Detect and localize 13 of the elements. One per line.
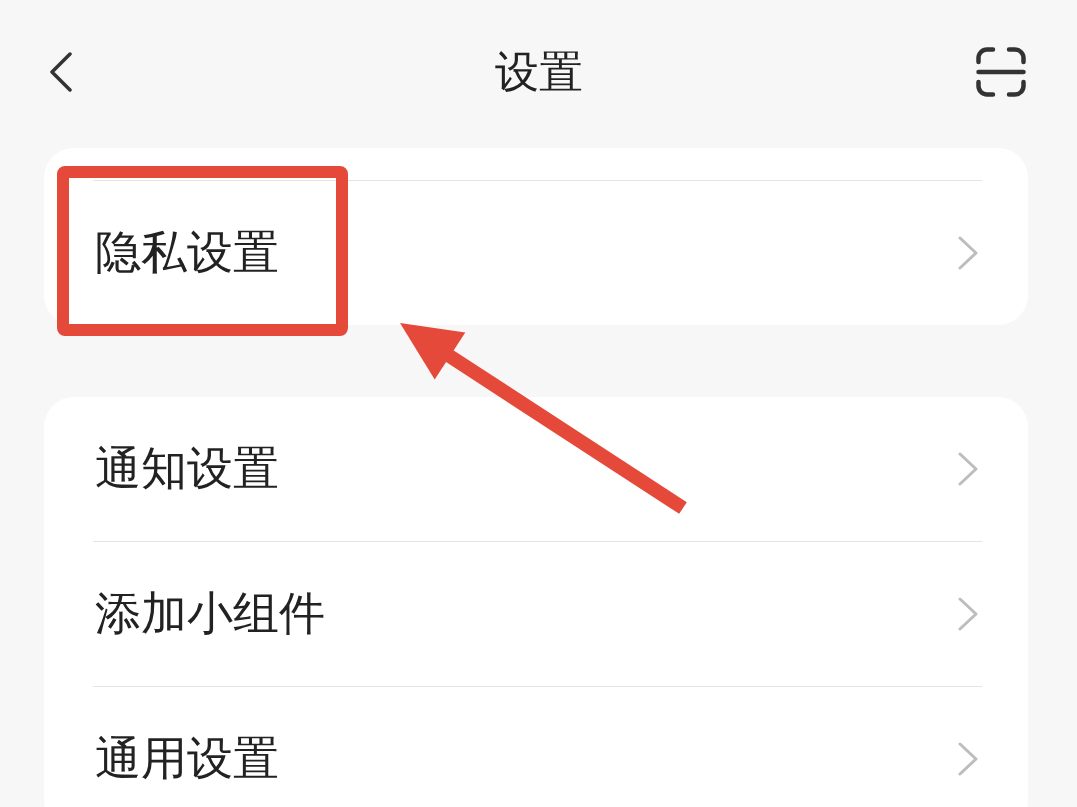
- scan-icon: [976, 47, 1026, 97]
- scan-button[interactable]: [976, 47, 1026, 97]
- back-button[interactable]: [50, 52, 72, 92]
- chevron-right-icon: [958, 742, 978, 776]
- chevron-right-icon: [958, 452, 978, 486]
- chevron-right-icon: [958, 236, 978, 270]
- settings-item[interactable]: 通用设置: [93, 686, 982, 807]
- settings-item[interactable]: 添加小组件: [93, 541, 982, 686]
- page-title: 设置: [494, 45, 583, 99]
- settings-item[interactable]: 通知设置: [93, 397, 982, 541]
- settings-item[interactable]: 隐私设置: [93, 180, 982, 325]
- chevron-right-icon: [958, 597, 978, 631]
- back-icon: [50, 52, 72, 92]
